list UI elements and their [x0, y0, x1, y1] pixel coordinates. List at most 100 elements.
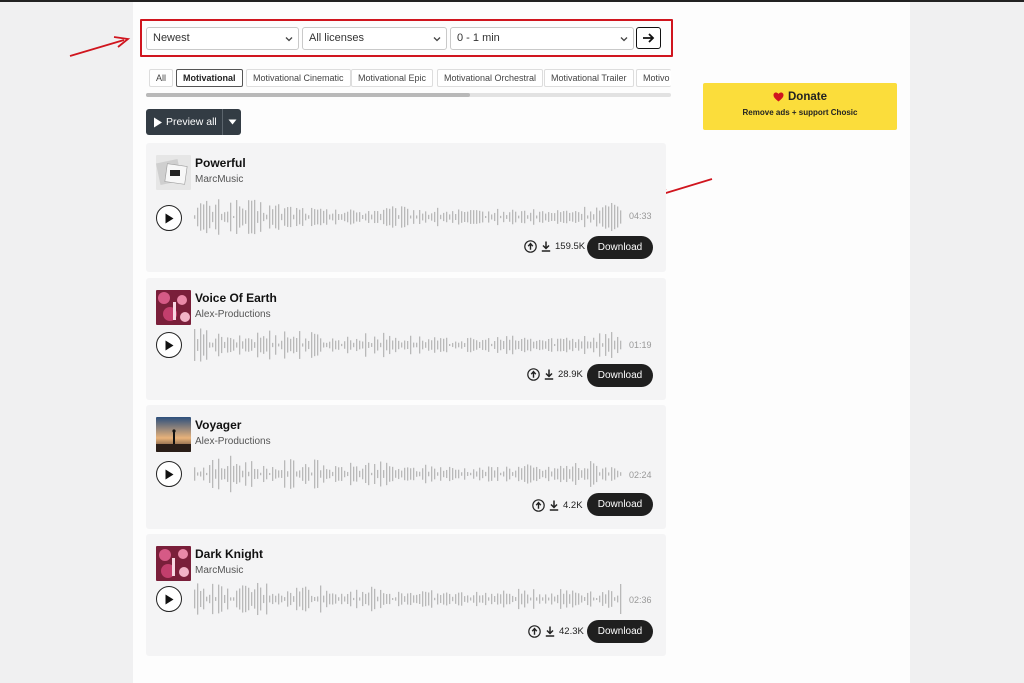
waveform-bar	[323, 465, 325, 483]
waveform-bar	[533, 341, 535, 349]
chip-motivational-epic[interactable]: Motivational Epic	[351, 69, 434, 87]
waveform-bar	[215, 338, 217, 352]
play-button[interactable]	[156, 586, 182, 612]
waveform-bar	[593, 214, 595, 220]
chip-motivational[interactable]: Motivational	[176, 69, 243, 87]
download-button[interactable]: Download	[587, 236, 653, 259]
waveform-bar	[389, 208, 391, 226]
waveform-bar	[548, 339, 550, 351]
waveform-bar	[371, 472, 373, 476]
waveform-bar	[503, 471, 505, 477]
waveform-bar	[446, 211, 448, 223]
waveform-bar	[293, 336, 295, 354]
waveform-bar	[281, 470, 283, 478]
download-button[interactable]: Download	[587, 620, 653, 643]
waveform-bar	[404, 206, 406, 228]
track-cover-image[interactable]	[156, 155, 191, 190]
track-title[interactable]: Powerful	[195, 156, 246, 170]
chip-all[interactable]: All	[149, 69, 174, 87]
waveform-bar	[221, 213, 223, 221]
waveform-bar	[245, 210, 247, 224]
waveform-bar	[278, 470, 280, 478]
waveform-bar	[461, 211, 463, 223]
waveform-bar	[230, 597, 232, 601]
track-artist[interactable]: Alex-Productions	[195, 436, 271, 447]
track-title[interactable]: Voice Of Earth	[195, 291, 277, 305]
waveform-bar	[488, 211, 490, 223]
waveform-bar	[512, 209, 514, 225]
waveform[interactable]	[194, 197, 624, 237]
waveform-bar	[536, 466, 538, 482]
donate-button[interactable]: Donate Remove ads + support Chosic	[703, 83, 897, 130]
track-artist[interactable]: MarcMusic	[195, 174, 243, 185]
waveform-bar	[440, 338, 442, 352]
track-artist[interactable]: MarcMusic	[195, 565, 243, 576]
upload-circle-icon[interactable]	[524, 240, 537, 253]
waveform-bar	[371, 214, 373, 220]
waveform-bar	[413, 467, 415, 481]
play-button[interactable]	[156, 332, 182, 358]
waveform-bar	[572, 466, 574, 482]
waveform-bar	[398, 468, 400, 480]
waveform-bar	[197, 472, 199, 476]
track-artist[interactable]: Alex-Productions	[195, 309, 271, 320]
track-cover-image[interactable]	[156, 417, 191, 452]
track-title[interactable]: Dark Knight	[195, 547, 263, 561]
waveform-bar	[239, 465, 241, 483]
waveform-bar	[500, 339, 502, 351]
waveform-bar	[509, 468, 511, 480]
play-button[interactable]	[156, 461, 182, 487]
chip-motivational-cinematic[interactable]: Motivational Cinematic	[246, 69, 351, 87]
waveform-bar	[512, 595, 514, 603]
waveform-bar	[326, 469, 328, 479]
chip-motivational-orchestral[interactable]: Motivational Orchestral	[437, 69, 544, 87]
waveform-bar	[266, 583, 268, 615]
waveform-bar	[233, 465, 235, 483]
license-select[interactable]: All licenses	[302, 27, 447, 50]
waveform-bar	[197, 339, 199, 351]
preview-options-button[interactable]	[222, 109, 241, 135]
upload-circle-icon[interactable]	[527, 368, 540, 381]
preview-all-button[interactable]: Preview all	[146, 109, 222, 135]
track-cover-image[interactable]	[156, 290, 191, 325]
waveform[interactable]	[194, 579, 624, 619]
duration-select[interactable]: 0 - 1 min	[450, 27, 634, 50]
waveform-bar	[347, 336, 349, 354]
waveform-bar	[254, 199, 256, 235]
upload-circle-icon[interactable]	[532, 499, 545, 512]
waveform-bar	[278, 343, 280, 347]
track-title[interactable]: Voyager	[195, 418, 241, 432]
waveform-bar	[464, 468, 466, 480]
waveform[interactable]	[194, 325, 624, 365]
waveform-bar	[542, 470, 544, 478]
waveform[interactable]	[194, 454, 624, 494]
waveform-bar	[203, 467, 205, 481]
upload-circle-icon[interactable]	[528, 625, 541, 638]
play-button[interactable]	[156, 205, 182, 231]
chip-motivo-truncated[interactable]: Motivo	[636, 69, 671, 87]
waveform-bar	[464, 596, 466, 602]
waveform-bar	[566, 590, 568, 608]
waveform-bar	[617, 470, 619, 478]
waveform-bar	[218, 458, 220, 490]
waveform-bar	[413, 595, 415, 603]
waveform-bar	[224, 468, 226, 480]
sort-select[interactable]: Newest	[146, 27, 299, 50]
waveform-bar	[362, 215, 364, 219]
duration-select-value: 0 - 1 min	[457, 32, 500, 44]
track-cover-image[interactable]	[156, 546, 191, 581]
download-button[interactable]: Download	[587, 493, 653, 516]
waveform-bar	[410, 215, 412, 219]
download-button[interactable]: Download	[587, 364, 653, 387]
waveform-bar	[437, 472, 439, 476]
waveform-bar	[410, 468, 412, 480]
chips-scrollbar-thumb[interactable]	[146, 93, 470, 97]
waveform-bar	[518, 588, 520, 610]
track-duration: 04:33	[629, 211, 652, 221]
waveform-bar	[200, 590, 202, 608]
waveform-bar	[200, 203, 202, 231]
apply-filter-button[interactable]	[636, 27, 661, 49]
chip-motivational-trailer[interactable]: Motivational Trailer	[544, 69, 634, 87]
track-stats: 4.2K	[532, 499, 583, 512]
waveform-bar	[299, 470, 301, 478]
